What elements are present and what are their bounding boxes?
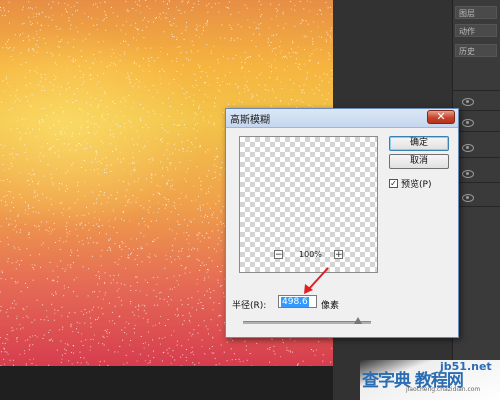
dialog-titlebar[interactable]: 高斯模糊 ✕ — [226, 109, 458, 128]
visibility-eye-icon[interactable] — [462, 98, 474, 106]
visibility-eye-icon[interactable] — [462, 119, 474, 127]
canvas-status-area — [0, 366, 333, 400]
cancel-button[interactable]: 取消 — [389, 154, 449, 169]
zoom-in-button[interactable]: + — [334, 250, 343, 260]
panel-tab-1[interactable]: 图层 — [455, 6, 497, 19]
panel-tab-2[interactable]: 动作 — [455, 24, 497, 37]
radius-slider-thumb[interactable] — [354, 317, 363, 324]
gaussian-blur-dialog: 高斯模糊 ✕ − 100% + 确定 取消 ✓ 预览(P) 半径(R): 498… — [225, 108, 459, 338]
radius-value: 498.6 — [281, 297, 309, 307]
ok-button[interactable]: 确定 — [389, 136, 449, 151]
panel-tab-3[interactable]: 历史 — [455, 44, 497, 57]
preview-checkbox[interactable]: ✓ — [389, 179, 398, 188]
watermark: jb51.net 查字典 教程网 jiaocheng.chazidian.com — [360, 360, 500, 400]
zoom-out-button[interactable]: − — [274, 250, 283, 260]
unit-label: 像素 — [321, 301, 340, 311]
radius-input[interactable]: 498.6 — [278, 295, 317, 308]
close-icon: ✕ — [436, 110, 446, 123]
watermark-url: jiaocheng.chazidian.com — [406, 386, 481, 393]
visibility-eye-icon[interactable] — [462, 194, 474, 202]
preview-label: 预览(P) — [401, 180, 432, 190]
visibility-eye-icon[interactable] — [462, 144, 474, 152]
radius-slider-track[interactable] — [243, 321, 371, 324]
radius-label: 半径(R): — [232, 301, 267, 311]
zoom-level: 100% — [299, 250, 322, 259]
dialog-title: 高斯模糊 — [230, 115, 270, 126]
layers-strip — [452, 0, 500, 400]
visibility-eye-icon[interactable] — [462, 170, 474, 178]
close-button[interactable]: ✕ — [427, 110, 455, 124]
check-icon: ✓ — [390, 179, 397, 188]
